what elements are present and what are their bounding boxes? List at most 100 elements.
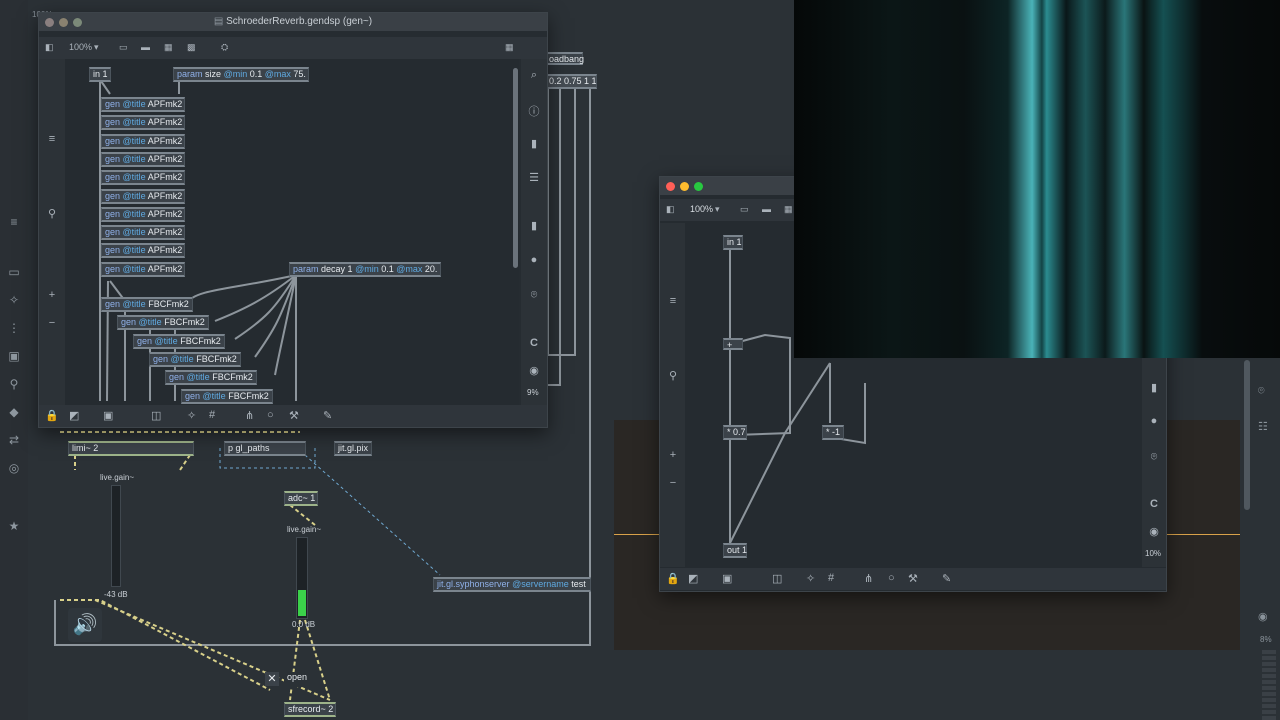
chevron-down-icon[interactable]: ▾ <box>94 42 99 53</box>
grid-icon[interactable]: ▦ <box>164 42 173 53</box>
clear-icon[interactable]: C <box>1147 498 1161 510</box>
close-icon[interactable]: ✕ <box>265 672 279 686</box>
comment-icon[interactable]: ▬ <box>141 42 150 52</box>
clear-icon[interactable]: C <box>527 337 541 349</box>
zoom-button-gen[interactable] <box>73 18 82 27</box>
gain-slider-2[interactable] <box>296 537 308 619</box>
multiply-07-object[interactable]: * 0.7 <box>723 425 747 440</box>
gen-apf-object[interactable]: gen @title APFmk2 <box>101 115 185 131</box>
gl-paths-subpatch[interactable]: p gl_paths <box>224 441 306 456</box>
fit-icon[interactable]: ▩ <box>187 42 196 53</box>
table-icon[interactable]: ▦ <box>505 42 514 53</box>
close-button-gen[interactable] <box>45 18 54 27</box>
gen-fbcf-object[interactable]: gen @title FBCFmk2 <box>133 333 225 349</box>
gen-apf-object[interactable]: gen @title APFmk2 <box>101 243 185 259</box>
book-icon[interactable]: ▮ <box>527 137 541 150</box>
loadbang-object[interactable]: oadbang <box>545 52 584 65</box>
wrench-icon[interactable]: ⚒ <box>908 572 918 585</box>
menu-icon[interactable]: ≡ <box>45 133 59 145</box>
menu-icon[interactable]: ≡ <box>666 295 680 307</box>
record-icon[interactable]: ◉ <box>527 364 541 377</box>
signal-icon[interactable]: ✧ <box>187 409 196 422</box>
sidebar-toggle-icon[interactable]: ◧ <box>45 42 54 53</box>
right-scrollbar[interactable] <box>1244 360 1250 510</box>
jit-gl-pix-object[interactable]: jit.gl.pix <box>334 441 372 456</box>
magic-icon[interactable]: ✎ <box>323 409 332 422</box>
signal-icon[interactable]: ✧ <box>806 572 815 585</box>
save-icon[interactable]: ▣ <box>103 409 113 422</box>
gen-apf-object[interactable]: gen @title APFmk2 <box>101 188 185 204</box>
minimize-button[interactable] <box>680 182 689 191</box>
open-message[interactable]: open <box>284 672 314 687</box>
gen-fbcf-object[interactable]: gen @title FBCFmk2 <box>149 351 241 367</box>
minimize-button-gen[interactable] <box>59 18 68 27</box>
gen-fbcf-object[interactable]: gen @title FBCFmk2 <box>101 297 193 312</box>
grid-icon[interactable]: # <box>828 572 834 584</box>
chat-icon[interactable]: ● <box>1147 415 1161 427</box>
tree-icon[interactable]: ⋔ <box>245 409 254 422</box>
gen-apf-object[interactable]: gen @title APFmk2 <box>101 133 185 149</box>
jitter-output-window[interactable] <box>794 0 1280 358</box>
outlet-object[interactable]: out 1 <box>723 543 747 558</box>
gen-fbcf-object[interactable]: gen @title FBCFmk2 <box>181 388 273 404</box>
lock-icon[interactable]: 🔒 <box>45 409 59 422</box>
lock-icon[interactable]: 🔒 <box>666 572 680 585</box>
message-box[interactable]: 0.2 0.75 1 1 <box>545 74 597 89</box>
tree-icon[interactable]: ⋔ <box>864 572 873 585</box>
plus-object[interactable]: + <box>723 338 743 350</box>
chat-icon[interactable]: ● <box>527 254 541 266</box>
minus-icon[interactable]: − <box>666 477 680 489</box>
comment-icon[interactable]: ▬ <box>762 204 771 214</box>
gen-apf-object[interactable]: gen @title APFmk2 <box>101 206 185 222</box>
plus-icon[interactable]: + <box>45 289 59 301</box>
limi-object[interactable]: limi~ 2 <box>68 441 194 456</box>
record-icon[interactable]: ◉ <box>1147 525 1161 538</box>
sliders-icon-bg[interactable]: ☷ <box>1258 420 1268 433</box>
multiply-neg1-object[interactable]: * -1 <box>822 425 844 440</box>
circle-icon[interactable]: ○ <box>888 572 895 584</box>
layers-icon[interactable]: ◫ <box>772 572 782 585</box>
presentation-icon[interactable]: ◩ <box>688 572 698 585</box>
magic-icon[interactable]: ✎ <box>942 572 951 585</box>
compile-icon[interactable]: ⛭ <box>221 42 228 53</box>
gen-apf-object[interactable]: gen @title APFmk2 <box>101 151 185 167</box>
circle-icon[interactable]: ○ <box>267 409 274 421</box>
record-icon-bg[interactable]: ◉ <box>1258 610 1268 623</box>
grid-icon[interactable]: # <box>209 409 215 421</box>
sidebar-toggle-icon[interactable]: ◧ <box>666 204 675 215</box>
camera-icon[interactable]: ⌾ <box>1147 451 1161 464</box>
param-size-object[interactable]: param size @min 0.1 @max 75. <box>173 67 309 82</box>
inlet-object[interactable]: in 1 <box>723 235 743 250</box>
layers-icon[interactable]: ◫ <box>151 409 161 422</box>
param-decay-object[interactable]: param decay 1 @min 0.1 @max 20. <box>289 262 441 277</box>
gen-titlebar[interactable]: ▤ SchroederReverb.gendsp (gen~) <box>39 13 547 31</box>
syphonserver-object[interactable]: jit.gl.syphonserver @servername test <box>433 577 591 592</box>
save-icon[interactable]: ▣ <box>722 572 732 585</box>
gen-fbcf-object[interactable]: gen @title FBCFmk2 <box>117 315 209 331</box>
plus-icon[interactable]: + <box>666 449 680 461</box>
grid-icon[interactable]: ▦ <box>784 204 793 215</box>
gen-apf-object[interactable]: gen @title APFmk2 <box>101 261 185 277</box>
zoom-select[interactable]: 100% <box>690 204 713 214</box>
speaker-icon[interactable]: 🔊 <box>68 608 102 642</box>
gen-apf-object[interactable]: gen @title APFmk2 <box>101 225 185 241</box>
reference-icon[interactable]: ▮ <box>527 219 541 232</box>
camera-icon[interactable]: ⌾ <box>527 289 541 302</box>
zoom-button[interactable] <box>694 182 703 191</box>
gen-fbcf-object[interactable]: gen @title FBCFmk2 <box>165 370 257 386</box>
wrench-icon[interactable]: ⚒ <box>289 409 299 422</box>
paperclip-icon[interactable]: ⚲ <box>666 369 680 382</box>
gain-slider-1[interactable] <box>111 485 121 587</box>
close-button[interactable] <box>666 182 675 191</box>
info-icon[interactable]: ⓘ <box>527 103 541 119</box>
new-view-icon[interactable]: ▭ <box>119 42 128 53</box>
new-view-icon[interactable]: ▭ <box>740 204 749 215</box>
book-icon[interactable]: ▮ <box>1147 381 1161 394</box>
sfrecord-object[interactable]: sfrecord~ 2 <box>284 702 336 717</box>
list-icon[interactable]: ☰ <box>527 171 541 184</box>
gen-inlet[interactable]: in 1 <box>89 67 111 82</box>
chevron-down-icon[interactable]: ▾ <box>715 204 720 215</box>
paperclip-icon[interactable]: ⚲ <box>45 207 59 220</box>
adc-object[interactable]: adc~ 1 <box>284 491 318 506</box>
presentation-icon[interactable]: ◩ <box>69 409 79 422</box>
